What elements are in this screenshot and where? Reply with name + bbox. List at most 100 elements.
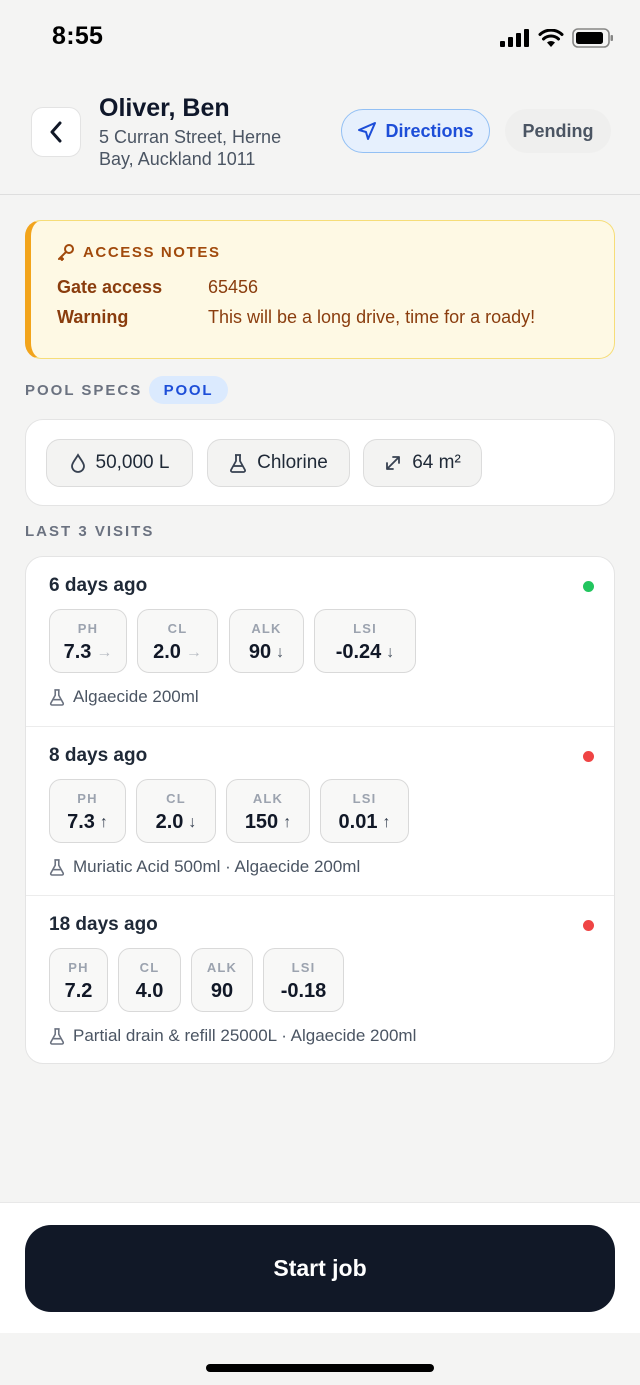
start-job-button[interactable]: Start job xyxy=(25,1225,615,1312)
job-header: Oliver, Ben 5 Curran Street, Herne Bay, … xyxy=(0,84,640,195)
spec-chip-volume: 50,000 L xyxy=(46,439,193,487)
visit-notes: Muriatic Acid 500ml · Algaecide 200ml xyxy=(49,857,360,877)
trend-down-icon: ↓ xyxy=(386,643,395,661)
access-value: This will be a long drive, time for a ro… xyxy=(208,307,536,327)
client-address: 5 Curran Street, Herne Bay, Auckland 101… xyxy=(99,127,282,169)
metric-label: ALK xyxy=(252,791,284,806)
visit-notes: Partial drain & refill 25000L · Algaecid… xyxy=(49,1026,416,1046)
visit-status-dot xyxy=(583,581,594,592)
visit-row[interactable]: 8 days ago PH 7.3 ↑ CL 2.0 ↓ ALK 150 ↑ LSI … xyxy=(26,726,614,895)
metric-ph: PH 7.3 → xyxy=(49,609,127,673)
back-button[interactable] xyxy=(31,107,81,157)
pool-specs-card: 50,000 L Chlorine 64 m² xyxy=(25,419,615,506)
metric-value: 90 xyxy=(210,980,234,1002)
visit-status-dot xyxy=(583,920,594,931)
metric-label: PH xyxy=(77,621,99,636)
status-icons xyxy=(500,28,614,48)
key-icon xyxy=(58,244,74,261)
metric-value: 150 xyxy=(244,811,279,833)
metric-value: 7.2 xyxy=(64,980,93,1002)
pool-type-badge: POOL xyxy=(149,376,228,404)
flask-icon xyxy=(230,454,247,473)
wifi-icon xyxy=(538,28,564,47)
metric-cl: CL 2.0 → xyxy=(137,609,218,673)
trend-up-icon: ↑ xyxy=(382,813,391,831)
metric-lsi: LSI -0.24 ↓ xyxy=(314,609,416,673)
metric-value: 2.0 xyxy=(153,641,181,663)
status-bar: 8:55 xyxy=(0,0,640,76)
expand-arrows-icon xyxy=(386,456,401,470)
directions-button[interactable]: Directions xyxy=(341,109,490,153)
visit-row[interactable]: 6 days ago PH 7.3 → CL 2.0 → ALK 90 ↓ LSI -… xyxy=(26,557,614,726)
pool-specs-label: POOL SPECS xyxy=(25,382,143,399)
trend-flat-icon: → xyxy=(96,643,113,661)
metric-value: 0.01 xyxy=(338,811,378,833)
access-label: Warning xyxy=(57,307,129,327)
metric-value: 4.0 xyxy=(135,980,164,1002)
visit-notes-text: Muriatic Acid 500ml · Algaecide 200ml xyxy=(73,857,361,876)
trend-down-icon: ↓ xyxy=(188,813,197,831)
metric-ph: PH 7.2 xyxy=(49,948,108,1012)
visit-notes-text: Partial drain & refill 25000L · Algaecid… xyxy=(73,1026,417,1045)
visit-notes: Algaecide 200ml xyxy=(49,687,199,707)
chevron-left-icon xyxy=(50,121,62,143)
spec-chip-sanitizer: Chlorine xyxy=(207,439,350,487)
flask-icon xyxy=(49,1028,65,1045)
visit-notes-text: Algaecide 200ml xyxy=(73,687,199,706)
metric-label: CL xyxy=(166,791,186,806)
metric-label: CL xyxy=(167,621,188,636)
metric-label: PH xyxy=(68,960,89,975)
flask-icon xyxy=(49,689,65,706)
status-time: 8:55 xyxy=(52,22,104,50)
trend-down-icon: ↓ xyxy=(276,643,285,661)
metric-value: 2.0 xyxy=(155,811,184,833)
metric-label: LSI xyxy=(291,960,316,975)
client-name: Oliver, Ben xyxy=(99,94,230,122)
water-drop-icon xyxy=(70,453,85,473)
metric-label: LSI xyxy=(353,621,377,636)
home-indicator xyxy=(206,1364,434,1372)
metric-value: -0.24 xyxy=(335,641,382,663)
metric-alk: ALK 90 ↓ xyxy=(229,609,304,673)
trend-up-icon: ↑ xyxy=(99,813,108,831)
metric-value: 90 xyxy=(248,641,272,663)
metric-label: CL xyxy=(139,960,160,975)
metric-value: 7.3 xyxy=(67,811,95,833)
metric-ph: PH 7.3 ↑ xyxy=(49,779,126,843)
visit-date: 6 days ago xyxy=(49,575,148,596)
visit-row[interactable]: 18 days ago PH 7.2 CL 4.0 ALK 90 LSI -0.… xyxy=(26,895,614,1063)
directions-label: Directions xyxy=(385,120,474,141)
metric-alk: ALK 90 xyxy=(191,948,253,1012)
metric-value: -0.18 xyxy=(280,980,327,1002)
trend-up-icon: ↑ xyxy=(283,813,292,831)
access-label: Gate access xyxy=(57,277,163,297)
spec-chip-text: 50,000 L xyxy=(95,452,170,473)
bottom-action-bar: Start job xyxy=(0,1202,640,1333)
flask-icon xyxy=(49,859,65,876)
visits-card: 6 days ago PH 7.3 → CL 2.0 → ALK 90 ↓ LSI -… xyxy=(25,556,615,1064)
cellular-signal-icon xyxy=(500,29,529,47)
metric-label: PH xyxy=(77,791,98,806)
access-value: 65456 xyxy=(208,277,259,297)
access-notes-title: ACCESS NOTES xyxy=(57,243,221,261)
visit-date: 18 days ago xyxy=(49,914,158,935)
access-notes-card: ACCESS NOTES Gate access 65456 Warning T… xyxy=(25,220,615,359)
spec-chip-text: 64 m² xyxy=(412,452,461,473)
metric-value: 7.3 xyxy=(63,641,92,663)
metric-label: LSI xyxy=(352,791,377,806)
metric-label: ALK xyxy=(251,621,282,636)
metric-alk: ALK 150 ↑ xyxy=(226,779,310,843)
spec-chip-area: 64 m² xyxy=(363,439,482,487)
trend-flat-icon: → xyxy=(185,643,202,661)
metric-lsi: LSI -0.18 xyxy=(263,948,344,1012)
battery-icon xyxy=(572,28,613,48)
metric-label: ALK xyxy=(206,960,238,975)
last-visits-label: LAST 3 VISITS xyxy=(25,523,155,540)
visit-status-dot xyxy=(583,751,594,762)
metric-cl: CL 2.0 ↓ xyxy=(136,779,216,843)
visit-date: 8 days ago xyxy=(49,745,148,766)
access-notes-heading: ACCESS NOTES xyxy=(83,243,221,261)
metric-lsi: LSI 0.01 ↑ xyxy=(320,779,409,843)
navigation-arrow-icon xyxy=(358,122,377,140)
spec-chip-text: Chlorine xyxy=(257,452,328,473)
